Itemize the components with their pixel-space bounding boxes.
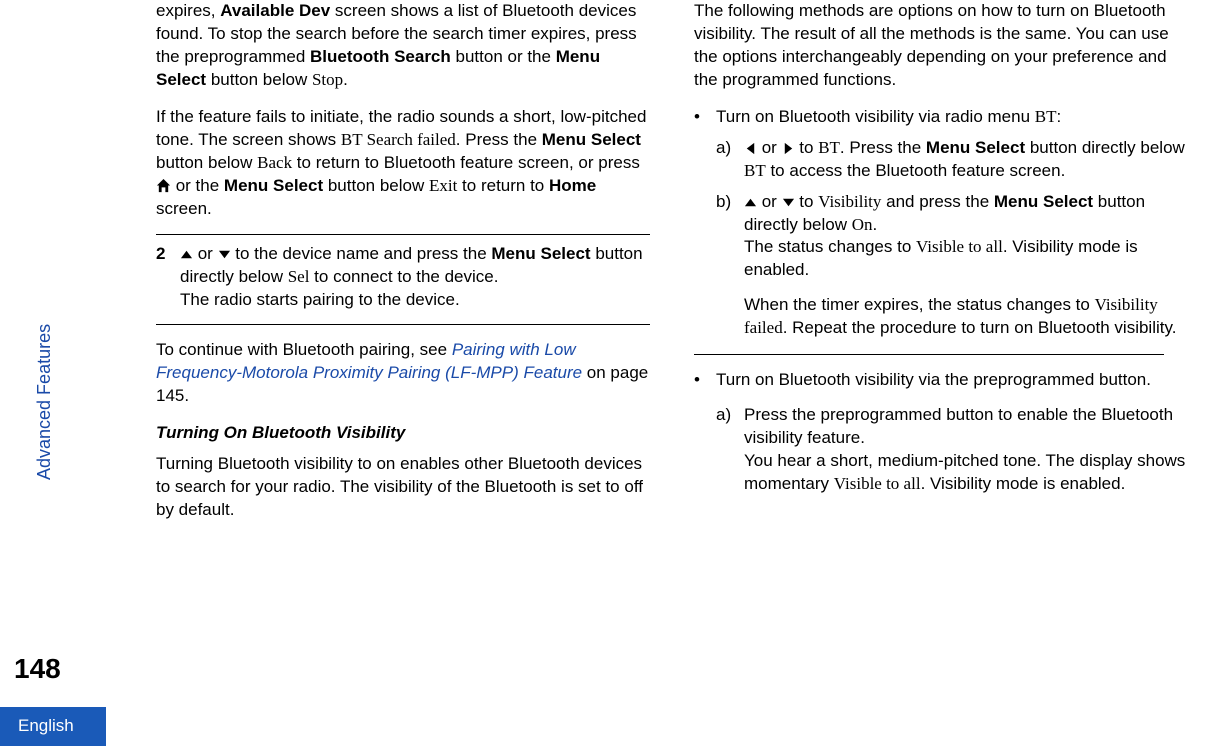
text: . Press the: [456, 130, 542, 149]
home-icon: [156, 178, 171, 193]
step-body: or to the device name and press the Menu…: [180, 243, 650, 312]
page-root: Advanced Features 148 English expires, A…: [0, 0, 1206, 746]
text: screen.: [156, 199, 212, 218]
ui-label: Visibility: [818, 192, 881, 211]
left-rail: Advanced Features 148 English: [0, 0, 156, 746]
text: to: [795, 192, 819, 211]
text: When the timer expires, the status chang…: [744, 295, 1095, 314]
bullet-item: • Turn on Bluetooth visibility via radio…: [694, 106, 1188, 340]
text: . Press the: [840, 138, 926, 157]
bullet-body: Turn on Bluetooth visibility via radio m…: [716, 106, 1188, 340]
page-number: 148: [14, 650, 61, 688]
ui-label: Back: [257, 153, 292, 172]
substep-label: a): [716, 404, 744, 496]
substep-body: or to BT. Press the Menu Select button d…: [744, 137, 1188, 183]
text-bold: Bluetooth Search: [310, 47, 451, 66]
paragraph: Turning Bluetooth visibility to on enabl…: [156, 453, 650, 522]
text: to: [795, 138, 819, 157]
column-right: The following methods are options on how…: [694, 0, 1188, 746]
ui-label: BT: [1035, 107, 1057, 126]
paragraph: The following methods are options on how…: [694, 0, 1188, 92]
substep-a: a) Press the preprogrammed button to ena…: [716, 404, 1188, 496]
step-number: 2: [156, 243, 180, 266]
text: . Repeat the procedure to turn on Blueto…: [783, 318, 1177, 337]
ui-label: Visible to all: [834, 474, 921, 493]
text: The status changes to: [744, 237, 916, 256]
text: .: [873, 215, 878, 234]
column-left: expires, Available Dev screen shows a li…: [156, 0, 650, 746]
substep-body: Press the preprogrammed button to enable…: [744, 404, 1188, 496]
text-bold: Home: [549, 176, 596, 195]
text: to return to: [457, 176, 549, 195]
text: .: [343, 70, 348, 89]
content-area: expires, Available Dev screen shows a li…: [156, 0, 1206, 746]
text: button below: [206, 70, 312, 89]
paragraph: If the feature fails to initiate, the ra…: [156, 106, 650, 221]
text: button below: [156, 153, 257, 172]
down-arrow-icon: [782, 196, 795, 209]
ui-label: BT Search failed: [341, 130, 456, 149]
up-arrow-icon: [180, 248, 193, 261]
text: button directly below: [1025, 138, 1185, 157]
text: or: [757, 138, 782, 157]
section-label: Advanced Features: [32, 324, 56, 480]
text: and press the: [881, 192, 993, 211]
down-arrow-icon: [218, 248, 231, 261]
language-tab: English: [0, 707, 106, 746]
text: to return to Bluetooth feature screen, o…: [292, 153, 640, 172]
text: The radio starts pairing to the device.: [180, 289, 650, 312]
text: Turn on Bluetooth visibility via the pre…: [716, 369, 1188, 392]
text: Press the preprogrammed button to enable…: [744, 404, 1188, 450]
text: to access the Bluetooth feature screen.: [766, 161, 1066, 180]
text: or the: [171, 176, 224, 195]
text: Turn on Bluetooth visibility via radio m…: [716, 107, 1035, 126]
substep-label: b): [716, 191, 744, 341]
ui-label: Exit: [429, 176, 457, 195]
paragraph: To continue with Bluetooth pairing, see …: [156, 339, 650, 408]
substep-b: b) or to Visibility and press the Menu S…: [716, 191, 1188, 341]
ui-label: BT: [744, 161, 766, 180]
text: To continue with Bluetooth pairing, see: [156, 340, 452, 359]
rule: [694, 354, 1164, 355]
ui-label: Visible to all: [916, 237, 1003, 256]
bullet-dot: •: [694, 369, 716, 496]
text-bold: Menu Select: [994, 192, 1093, 211]
bullet-dot: •: [694, 106, 716, 340]
bullet-item: • Turn on Bluetooth visibility via the p…: [694, 369, 1188, 496]
text-bold: Available Dev: [220, 1, 330, 20]
text: button or the: [451, 47, 556, 66]
bullet-body: Turn on Bluetooth visibility via the pre…: [716, 369, 1188, 496]
text: expires,: [156, 1, 220, 20]
text: . Visibility mode is enabled.: [921, 474, 1126, 493]
ui-label: On: [852, 215, 873, 234]
substep-a: a) or to BT. Press the Menu Select butto…: [716, 137, 1188, 183]
text-bold: Menu Select: [224, 176, 323, 195]
text: or: [193, 244, 218, 263]
up-arrow-icon: [744, 196, 757, 209]
text: button below: [323, 176, 429, 195]
text: :: [1056, 107, 1061, 126]
substep-body: or to Visibility and press the Menu Sele…: [744, 191, 1188, 341]
ui-label: BT: [818, 138, 840, 157]
ui-label: Stop: [312, 70, 343, 89]
subheading: Turning On Bluetooth Visibility: [156, 422, 650, 445]
text-bold: Menu Select: [491, 244, 590, 263]
left-arrow-icon: [744, 142, 757, 155]
rule: [156, 324, 650, 325]
paragraph: expires, Available Dev screen shows a li…: [156, 0, 650, 92]
text: to the device name and press the: [231, 244, 492, 263]
step-2: 2 or to the device name and press the Me…: [156, 234, 650, 312]
text: to connect to the device.: [309, 267, 498, 286]
text-bold: Menu Select: [926, 138, 1025, 157]
substep-label: a): [716, 137, 744, 183]
right-arrow-icon: [782, 142, 795, 155]
text: or: [757, 192, 782, 211]
text-bold: Menu Select: [542, 130, 641, 149]
ui-label: Sel: [288, 267, 310, 286]
